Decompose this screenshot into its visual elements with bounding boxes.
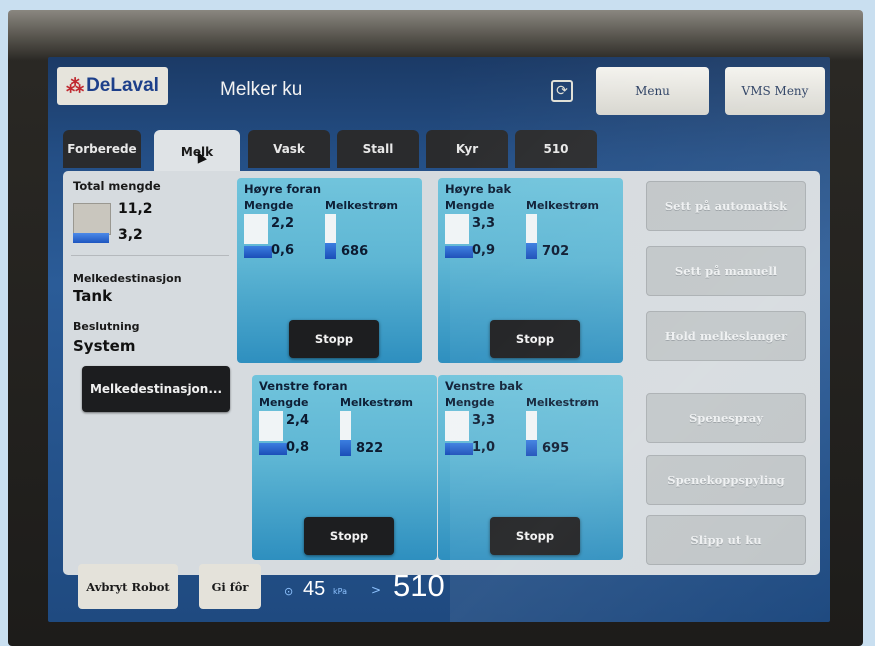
milking-panel: Total mengde 11,2 3,2 Melkedestinasjon T…	[63, 171, 820, 575]
actual-amount-bar	[259, 443, 287, 455]
tab-kyr[interactable]: Kyr	[426, 130, 508, 168]
abort-robot-button[interactable]: Avbryt Robot	[78, 564, 178, 609]
divider	[71, 255, 229, 256]
screen: ⁂ DeLaval Melker ku ⟳ Menu VMS Meny Forb…	[48, 57, 830, 622]
current-amount-value: 3,2	[118, 227, 143, 243]
quarter-card-right-front: Høyre foran Mengde Melkestrøm 2,2 0,6 68…	[237, 178, 422, 363]
actual-amount: 0,8	[286, 440, 310, 455]
total-amount-bar	[73, 233, 109, 243]
quarter-name: Venstre foran	[259, 379, 348, 393]
vms-menu-button[interactable]: VMS Meny	[725, 67, 825, 115]
flow-box	[340, 411, 351, 441]
teat-cup-rinse-button[interactable]: Spenekoppspyling	[646, 455, 806, 505]
milk-destination-button[interactable]: Melkedestinasjon...	[82, 366, 230, 412]
destination-value: Tank	[73, 287, 113, 305]
expected-amount: 3,3	[472, 216, 496, 231]
set-automatic-button[interactable]: Sett på automatisk	[646, 181, 806, 231]
release-cow-button[interactable]: Slipp ut ku	[646, 515, 806, 565]
actual-amount: 0,6	[271, 243, 295, 258]
expected-amount-box	[259, 411, 283, 441]
expected-amount: 2,2	[271, 216, 295, 231]
stop-button[interactable]: Stopp	[289, 320, 379, 358]
flow-label: Melkestrøm	[325, 199, 398, 212]
expected-amount-box	[244, 214, 268, 244]
flow-label: Melkestrøm	[340, 396, 413, 409]
flow-value: 702	[542, 244, 570, 259]
amount-label: Mengde	[445, 199, 495, 212]
amount-label: Mengde	[445, 396, 495, 409]
flow-box	[526, 214, 537, 244]
vacuum-pressure-value: 45	[303, 578, 326, 600]
tab-forberede[interactable]: Forberede	[63, 130, 141, 168]
quarter-name: Venstre bak	[445, 379, 523, 393]
quarter-name: Høyre bak	[445, 182, 512, 196]
vacuum-pressure-unit: kPa	[333, 587, 347, 596]
vacuum-gauge-icon: ⊙	[284, 585, 294, 598]
flow-value: 686	[341, 244, 369, 259]
total-amount-value: 11,2	[118, 201, 153, 217]
flow-bar	[325, 243, 336, 259]
actual-amount: 1,0	[472, 440, 496, 455]
flow-box	[526, 411, 537, 441]
flow-label: Melkestrøm	[526, 396, 599, 409]
delaval-logo: ⁂ DeLaval	[57, 67, 168, 105]
quarter-card-right-rear: Høyre bak Mengde Melkestrøm 3,3 0,9 702 …	[438, 178, 623, 363]
teat-spray-button[interactable]: Spenespray	[646, 393, 806, 443]
feed-button[interactable]: Gi fôr	[199, 564, 261, 609]
cow-number: 510	[393, 568, 445, 603]
expected-amount-box	[445, 214, 469, 244]
stop-button[interactable]: Stopp	[490, 320, 580, 358]
flow-bar	[526, 243, 537, 259]
stop-button[interactable]: Stopp	[490, 517, 580, 555]
quarter-card-left-rear: Venstre bak Mengde Melkestrøm 3,3 1,0 69…	[438, 375, 623, 560]
flow-value: 822	[356, 441, 384, 456]
quarter-name: Høyre foran	[244, 182, 322, 196]
tab-vask[interactable]: Vask	[248, 130, 330, 168]
menu-button[interactable]: Menu	[596, 67, 709, 115]
tab-510[interactable]: 510	[515, 130, 597, 168]
sync-icon[interactable]: ⟳	[551, 80, 573, 102]
amount-label: Mengde	[244, 199, 294, 212]
flow-bar	[340, 440, 351, 456]
amount-label: Mengde	[259, 396, 309, 409]
expected-amount: 3,3	[472, 413, 496, 428]
stop-button[interactable]: Stopp	[304, 517, 394, 555]
cow-arrow-icon: >	[371, 583, 382, 597]
actual-amount-bar	[244, 246, 272, 258]
actual-amount: 0,9	[472, 243, 496, 258]
set-manual-button[interactable]: Sett på manuell	[646, 246, 806, 296]
total-amount-box	[73, 203, 111, 235]
actual-amount-bar	[445, 246, 473, 258]
flow-bar	[526, 440, 537, 456]
flow-label: Melkestrøm	[526, 199, 599, 212]
actual-amount-bar	[445, 443, 473, 455]
decision-label: Beslutning	[73, 320, 140, 333]
expected-amount-box	[445, 411, 469, 441]
flow-value: 695	[542, 441, 570, 456]
delaval-logo-mark: ⁂	[66, 75, 85, 96]
flow-box	[325, 214, 336, 244]
page-title: Melker ku	[220, 79, 303, 100]
decision-value: System	[73, 337, 136, 355]
expected-amount: 2,4	[286, 413, 310, 428]
destination-label: Melkedestinasjon	[73, 272, 182, 285]
total-amount-label: Total mengde	[73, 179, 161, 193]
hold-milk-hoses-button[interactable]: Hold melkeslanger	[646, 311, 806, 361]
delaval-logo-text: DeLaval	[86, 75, 159, 96]
quarter-card-left-front: Venstre foran Mengde Melkestrøm 2,4 0,8 …	[252, 375, 437, 560]
tab-stall[interactable]: Stall	[337, 130, 419, 168]
